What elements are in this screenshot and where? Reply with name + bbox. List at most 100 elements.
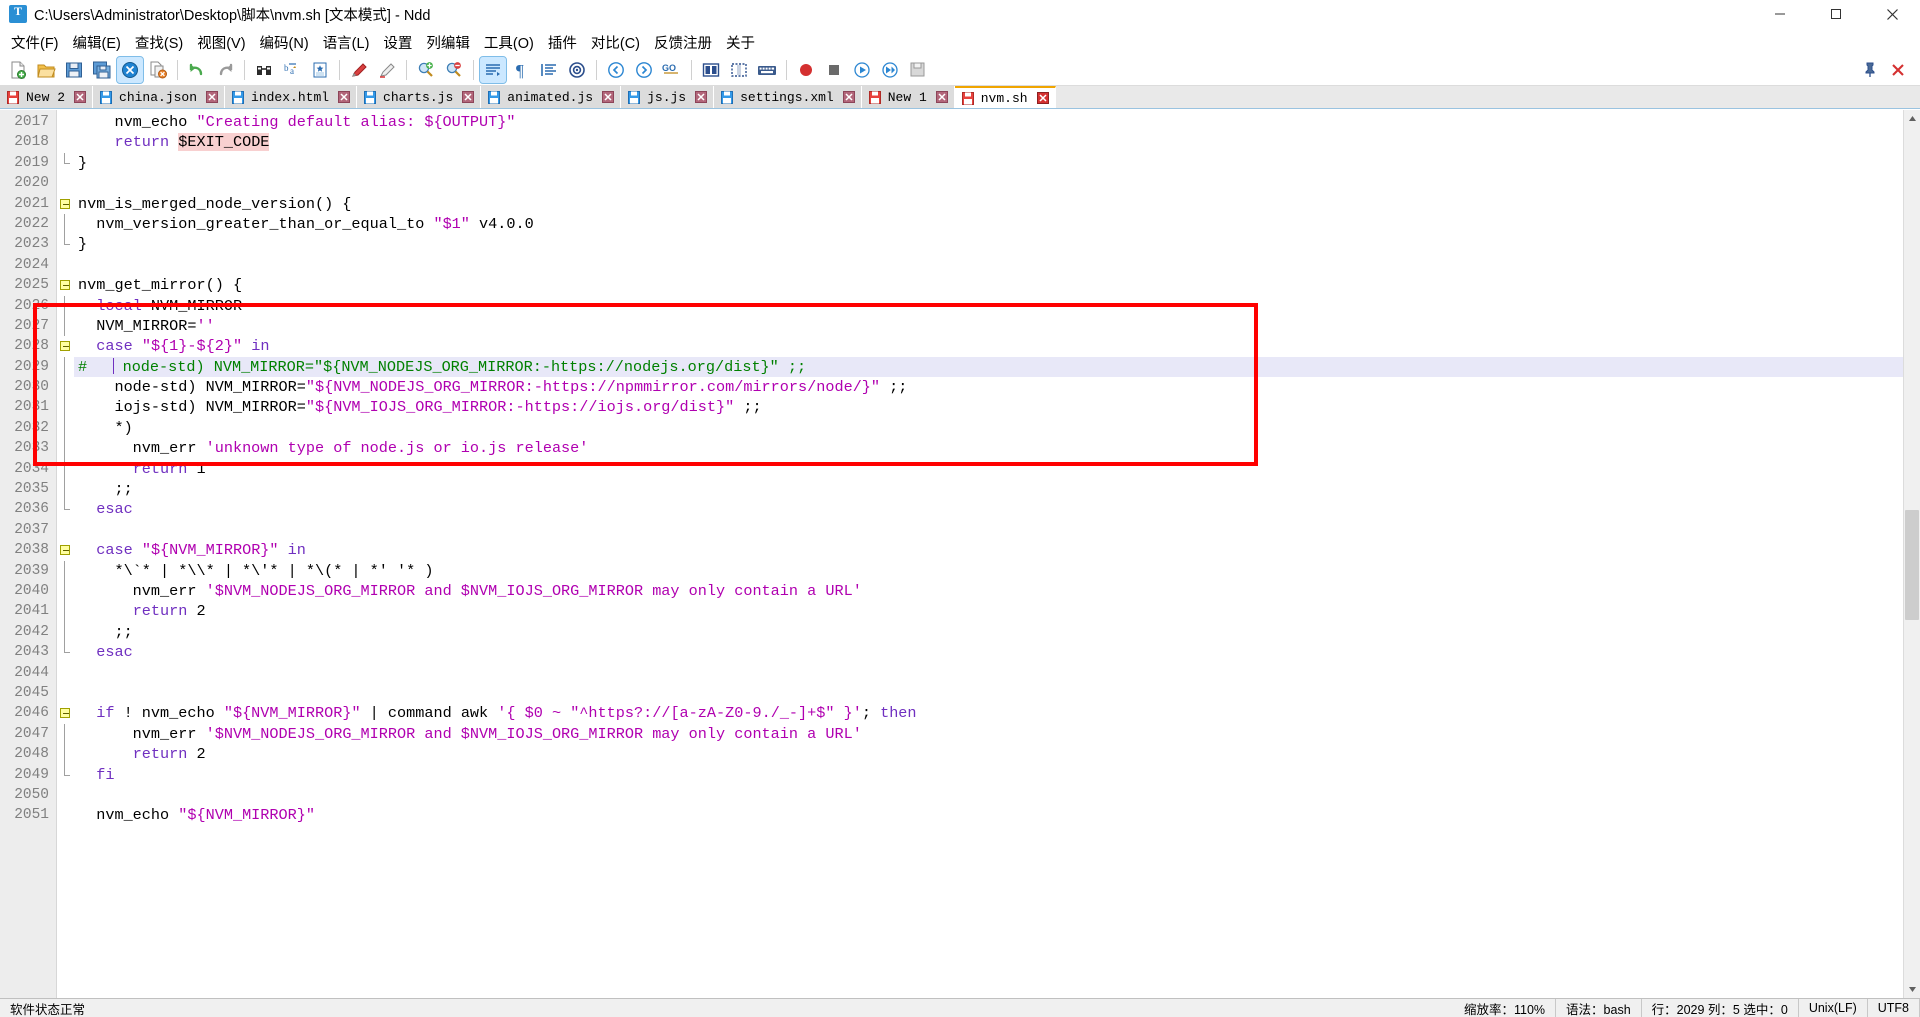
goto-line-icon[interactable]: GO [659, 57, 685, 83]
replace-icon[interactable]: b a [279, 57, 305, 83]
tab-nvm-sh[interactable]: nvm.sh [954, 86, 1056, 108]
code-line[interactable]: node-std) NVM_MIRROR="${NVM_NODEJS_ORG_M… [74, 377, 1903, 397]
nav-forward-icon[interactable] [631, 57, 657, 83]
open-file-icon[interactable] [33, 57, 59, 83]
play-icon[interactable] [849, 57, 875, 83]
menu-item-view[interactable]: 视图(V) [190, 30, 252, 55]
code-line[interactable]: } [74, 234, 1903, 254]
highlight-marker-icon[interactable] [346, 57, 372, 83]
code-line[interactable] [74, 173, 1903, 193]
menu-item-encoding[interactable]: 编码(N) [253, 30, 316, 55]
tab-js-js[interactable]: js.js [621, 86, 715, 108]
new-file-icon[interactable] [5, 57, 31, 83]
nav-back-icon[interactable] [603, 57, 629, 83]
code-line[interactable]: NVM_MIRROR='' [74, 316, 1903, 336]
code-line[interactable]: ;; [74, 479, 1903, 499]
word-wrap-icon[interactable] [479, 56, 507, 84]
clear-marker-icon[interactable] [374, 57, 400, 83]
tab-animated-js[interactable]: animated.js [481, 86, 622, 108]
status-syntax[interactable]: 语法：bash [1556, 998, 1642, 1017]
fold-marker[interactable] [57, 540, 74, 560]
maximize-button[interactable] [1808, 0, 1864, 29]
menu-item-file[interactable]: 文件(F) [4, 30, 66, 55]
save-all-icon[interactable] [89, 57, 115, 83]
code-line[interactable]: # node-std) NVM_MIRROR="${NVM_NODEJS_ORG… [74, 356, 1903, 378]
code-line[interactable]: ;; [74, 622, 1903, 642]
code-line[interactable]: local NVM_MIRROR [74, 296, 1903, 316]
code-text-area[interactable]: nvm_echo "Creating default alias: ${OUTP… [74, 110, 1903, 998]
tab-close-icon[interactable] [842, 91, 855, 103]
tab-close-icon[interactable] [1036, 92, 1049, 104]
code-line[interactable]: nvm_echo "${NVM_MIRROR}" [74, 805, 1903, 825]
save-macro-icon[interactable] [905, 57, 931, 83]
keyboard-icon[interactable] [754, 57, 780, 83]
code-line[interactable]: return 2 [74, 601, 1903, 621]
fold-marker[interactable] [57, 275, 74, 295]
tab-close-icon[interactable] [935, 91, 948, 103]
zoom-in-icon[interactable] [413, 57, 439, 83]
code-line[interactable]: esac [74, 499, 1903, 519]
code-line[interactable]: nvm_err '$NVM_NODEJS_ORG_MIRROR and $NVM… [74, 724, 1903, 744]
show-indent-guide-icon[interactable] [536, 57, 562, 83]
zoom-out-icon[interactable] [441, 57, 467, 83]
bookmark-icon[interactable] [307, 57, 333, 83]
code-line[interactable]: nvm_is_merged_node_version() { [74, 194, 1903, 214]
code-line[interactable]: return 2 [74, 744, 1903, 764]
code-line[interactable]: case "${NVM_MIRROR}" in [74, 540, 1903, 560]
menu-item-compare[interactable]: 对比(C) [584, 30, 647, 55]
code-line[interactable] [74, 255, 1903, 275]
menu-item-edit[interactable]: 编辑(E) [66, 30, 128, 55]
fold-marker[interactable] [57, 336, 74, 356]
split-view-icon[interactable] [698, 57, 724, 83]
code-line[interactable]: if ! nvm_echo "${NVM_MIRROR}" | command … [74, 703, 1903, 723]
menu-item-feedback-register[interactable]: 反馈注册 [647, 30, 719, 55]
code-line[interactable]: fi [74, 765, 1903, 785]
menu-item-search[interactable]: 查找(S) [128, 30, 190, 55]
record-icon[interactable] [793, 57, 819, 83]
redo-icon[interactable] [212, 57, 238, 83]
code-line[interactable]: iojs-std) NVM_MIRROR="${NVM_IOJS_ORG_MIR… [74, 397, 1903, 417]
code-line[interactable]: case "${1}-${2}" in [74, 336, 1903, 356]
code-line[interactable] [74, 520, 1903, 540]
code-line[interactable]: nvm_get_mirror() { [74, 275, 1903, 295]
pin-window-icon[interactable] [1857, 57, 1883, 83]
close-all-icon[interactable] [145, 57, 171, 83]
minimize-button[interactable] [1752, 0, 1808, 29]
column-edit-icon[interactable] [726, 57, 752, 83]
tab-index-html[interactable]: index.html [225, 86, 358, 108]
code-line[interactable]: nvm_version_greater_than_or_equal_to "$1… [74, 214, 1903, 234]
code-line[interactable]: return $EXIT_CODE [74, 132, 1903, 152]
code-line[interactable] [74, 683, 1903, 703]
tab-close-icon[interactable] [695, 91, 708, 103]
code-line[interactable]: nvm_err 'unknown type of node.js or io.j… [74, 438, 1903, 458]
code-folding-column[interactable] [56, 110, 74, 998]
menu-item-settings[interactable]: 设置 [376, 30, 419, 55]
save-icon[interactable] [61, 57, 87, 83]
tab-settings-xml[interactable]: settings.xml [714, 86, 862, 108]
vertical-scrollbar[interactable] [1903, 110, 1920, 998]
code-line[interactable]: } [74, 153, 1903, 173]
find-icon[interactable] [251, 57, 277, 83]
status-encoding[interactable]: UTF8 [1868, 998, 1920, 1017]
fold-marker[interactable] [57, 194, 74, 214]
tab-close-icon[interactable] [74, 91, 87, 103]
tab-charts-js[interactable]: charts.js [357, 86, 482, 108]
status-eol[interactable]: Unix(LF) [1799, 998, 1868, 1017]
record-macro-icon[interactable] [564, 57, 590, 83]
code-editor[interactable]: 2017 2018 2019 2020 2021 2022 2023 2024 2025 2026… [0, 110, 1903, 998]
scrollbar-thumb[interactable] [1905, 510, 1919, 620]
tab-close-icon[interactable] [206, 91, 219, 103]
menu-item-plugins[interactable]: 插件 [541, 30, 584, 55]
scroll-up-arrow[interactable] [1904, 110, 1920, 127]
menu-item-column-edit[interactable]: 列编辑 [419, 30, 477, 55]
menu-item-language[interactable]: 语言(L) [316, 30, 377, 55]
code-line[interactable]: nvm_err '$NVM_NODEJS_ORG_MIRROR and $NVM… [74, 581, 1903, 601]
tab-close-icon[interactable] [338, 91, 351, 103]
scroll-down-arrow[interactable] [1904, 981, 1920, 998]
fold-marker[interactable] [57, 703, 74, 723]
tab-new-1[interactable]: New 1 [861, 86, 955, 108]
play-multi-icon[interactable] [877, 57, 903, 83]
code-line[interactable]: esac [74, 642, 1903, 662]
tab-close-icon[interactable] [462, 91, 475, 103]
menu-item-about[interactable]: 关于 [719, 30, 762, 55]
